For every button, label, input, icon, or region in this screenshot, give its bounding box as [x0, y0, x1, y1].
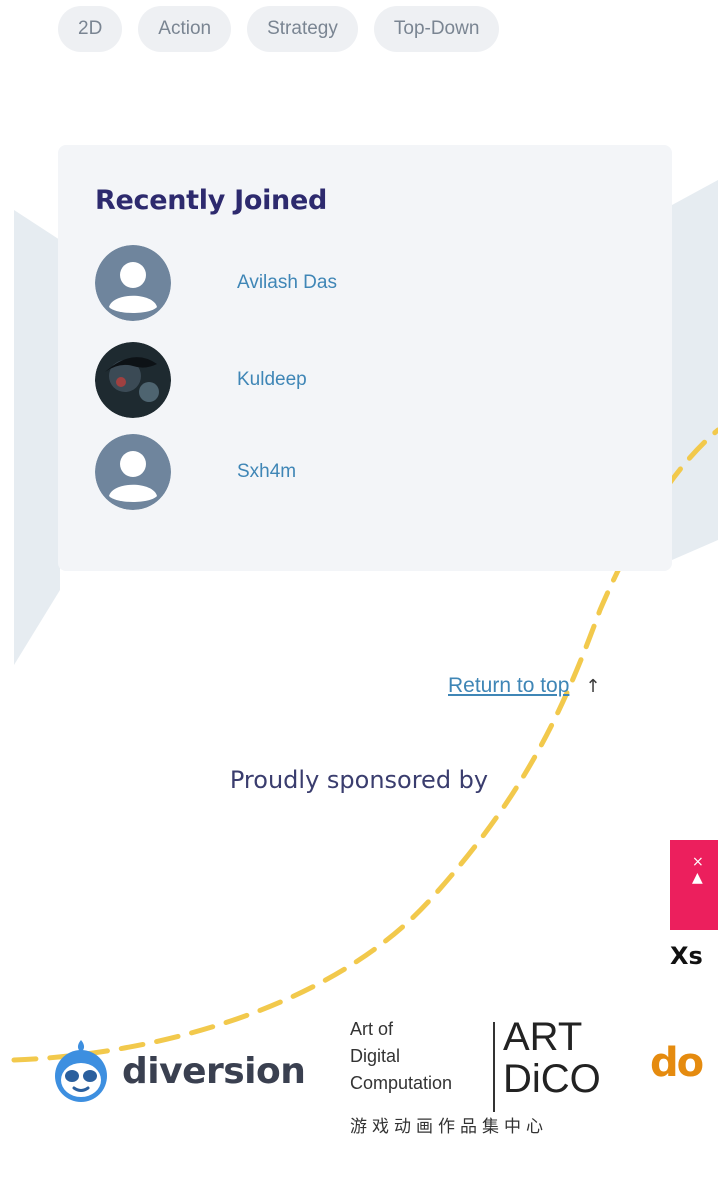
artdico-line: Computation: [350, 1073, 453, 1093]
tag-chip[interactable]: 2D: [58, 6, 123, 52]
sloth-icon: [55, 1040, 107, 1102]
tag-chip[interactable]: Action: [138, 6, 232, 52]
artdico-line: Digital: [350, 1046, 401, 1066]
user-photo-avatar[interactable]: [95, 342, 171, 418]
artdico-big-line: DiCO: [503, 1057, 601, 1101]
tag-chip[interactable]: Strategy: [247, 6, 358, 52]
member-name[interactable]: Sxh4m: [237, 461, 296, 483]
tag-list: 2D Action Strategy Top-Down: [58, 6, 500, 52]
artdico-subtitle: Art of Digital Computation: [350, 1016, 490, 1097]
tag-chip[interactable]: Top-Down: [373, 6, 500, 52]
recently-joined-title: Recently Joined: [95, 185, 328, 216]
member-name[interactable]: Kuldeep: [237, 369, 307, 391]
member-item[interactable]: Sxh4m: [95, 434, 296, 510]
default-user-icon[interactable]: [95, 434, 171, 510]
diversion-wordmark: diversion: [122, 1050, 306, 1092]
sponsored-heading: Proudly sponsored by: [229, 766, 489, 794]
return-to-top-link[interactable]: Return to top: [448, 674, 569, 698]
artdico-chinese: 游戏动画作品集中心: [350, 1117, 548, 1137]
default-user-icon[interactable]: [95, 245, 171, 321]
member-item[interactable]: Kuldeep: [95, 342, 307, 418]
return-to-top[interactable]: Return to top ↑: [448, 674, 601, 698]
xsolla-logo[interactable]: × ▲: [670, 840, 718, 930]
artdico-line: Art of: [350, 1019, 394, 1039]
artdico-wordmark: ART DiCO: [503, 1016, 601, 1100]
member-name[interactable]: Avilash Das: [237, 272, 337, 294]
recently-joined-card: Recently Joined Avilash Das Kuldeep Sxh4…: [58, 145, 672, 571]
dot-logo[interactable]: do: [650, 1040, 704, 1086]
artdico-big-line: ART: [503, 1015, 583, 1059]
artdico-divider: [493, 1022, 495, 1112]
xsolla-logo-text[interactable]: Xs: [670, 942, 703, 970]
xsolla-mark-icon: × ▲: [692, 854, 704, 886]
member-item[interactable]: Avilash Das: [95, 245, 337, 321]
arrow-up-icon: ↑: [585, 675, 601, 697]
diversion-logo[interactable]: diversion: [50, 1038, 306, 1104]
